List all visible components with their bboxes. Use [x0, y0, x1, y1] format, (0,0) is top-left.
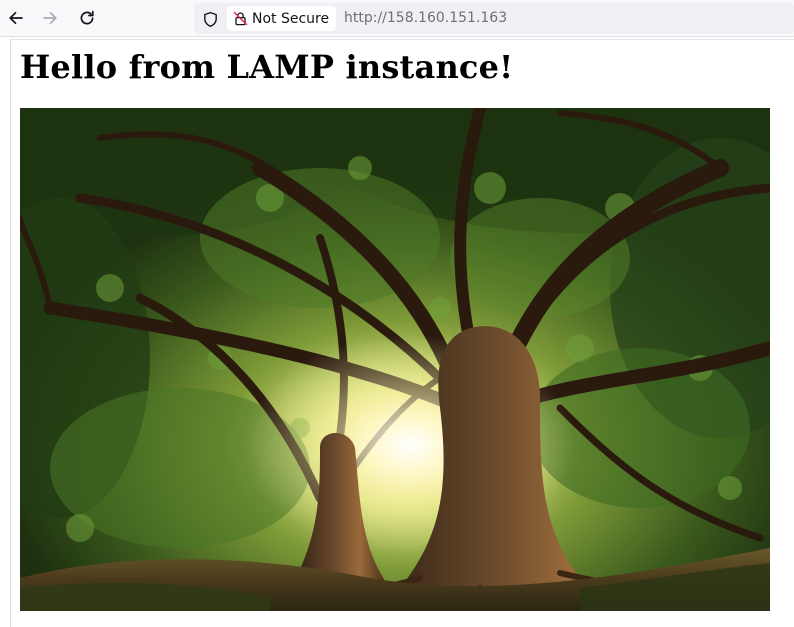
- browser-toolbar: Not Secure http://158.160.151.163: [0, 0, 794, 37]
- forward-button[interactable]: [36, 4, 64, 32]
- page-viewport: Hello from LAMP instance!: [10, 39, 794, 627]
- shield-icon: [203, 11, 217, 27]
- insecure-lock-icon: [233, 11, 248, 26]
- back-arrow-icon: [9, 11, 23, 25]
- reload-icon: [80, 10, 94, 25]
- tree-photo: [20, 108, 770, 611]
- url-text[interactable]: http://158.160.151.163: [344, 10, 507, 26]
- reload-button[interactable]: [73, 4, 101, 32]
- page-heading: Hello from LAMP instance!: [20, 48, 514, 86]
- security-label: Not Secure: [252, 10, 330, 27]
- back-button[interactable]: [2, 4, 30, 32]
- forward-arrow-icon: [43, 11, 57, 25]
- address-bar[interactable]: Not Secure http://158.160.151.163: [194, 3, 794, 34]
- tracking-protection-button[interactable]: [200, 9, 220, 29]
- tree-photo-illustration: [20, 108, 770, 611]
- security-indicator[interactable]: Not Secure: [227, 6, 337, 31]
